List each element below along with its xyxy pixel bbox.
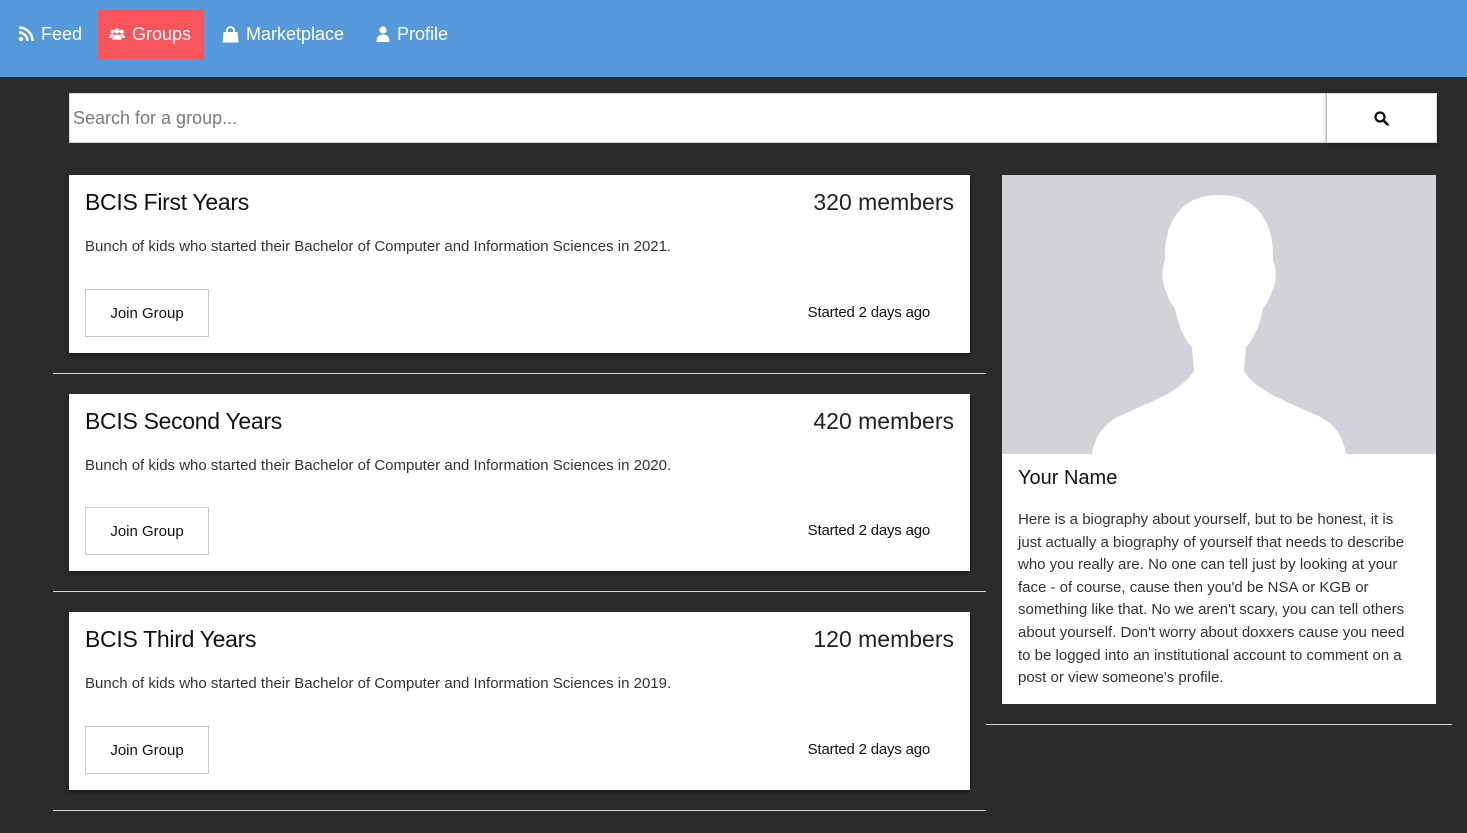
rss-icon	[18, 26, 34, 42]
profile-card: Your Name Here is a biography about your…	[1002, 175, 1436, 704]
search-button[interactable]	[1326, 93, 1437, 143]
profile-divider	[986, 724, 1452, 725]
group-card-second-years: BCIS Second Years 420 members Bunch of k…	[69, 394, 970, 571]
group-description: Bunch of kids who started their Bachelor…	[85, 457, 672, 474]
avatar	[1002, 175, 1436, 454]
profile-bio: Here is a biography about yourself, but …	[1018, 511, 1405, 687]
profile-name: Your Name	[1018, 467, 1118, 489]
group-member-count: 120 members	[813, 626, 954, 652]
group-started-date: Started 2 days ago	[807, 304, 931, 321]
group-card-third-years: BCIS Third Years 120 members Bunch of ki…	[69, 612, 970, 790]
nav-item-groups[interactable]: Groups	[97, 9, 204, 59]
join-group-button[interactable]: Join Group	[85, 507, 209, 555]
group-divider	[53, 373, 986, 374]
nav-item-marketplace[interactable]: Marketplace	[209, 9, 357, 59]
top-navbar: Feed Groups Marketplace Profile	[0, 0, 1467, 77]
shopping-bag-icon	[222, 25, 239, 42]
search-icon	[1374, 110, 1389, 126]
group-description: Bunch of kids who started their Bachelor…	[85, 675, 672, 692]
group-member-count: 420 members	[813, 408, 954, 434]
group-divider	[53, 591, 986, 592]
group-search-input[interactable]	[69, 93, 1327, 143]
nav-label-groups: Groups	[131, 23, 191, 44]
group-divider	[53, 810, 986, 811]
nav-label-marketplace: Marketplace	[246, 23, 345, 44]
group-member-count: 320 members	[813, 189, 954, 215]
person-silhouette-icon	[1092, 195, 1346, 454]
group-title: BCIS First Years	[85, 189, 249, 215]
join-group-button[interactable]: Join Group	[85, 726, 209, 774]
user-icon	[376, 26, 390, 42]
group-started-date: Started 2 days ago	[807, 522, 931, 539]
nav-label-feed: Feed	[41, 23, 83, 44]
join-group-button[interactable]: Join Group	[85, 289, 209, 337]
group-title: BCIS Second Years	[85, 408, 282, 434]
group-started-date: Started 2 days ago	[807, 741, 931, 758]
nav-item-profile[interactable]: Profile	[363, 9, 461, 59]
group-card-first-years: BCIS First Years 320 members Bunch of ki…	[69, 175, 970, 353]
nav-item-feed[interactable]: Feed	[5, 9, 95, 59]
group-description: Bunch of kids who started their Bachelor…	[85, 238, 672, 255]
nav-label-profile: Profile	[397, 23, 449, 44]
group-title: BCIS Third Years	[85, 626, 257, 652]
users-icon	[109, 28, 125, 40]
